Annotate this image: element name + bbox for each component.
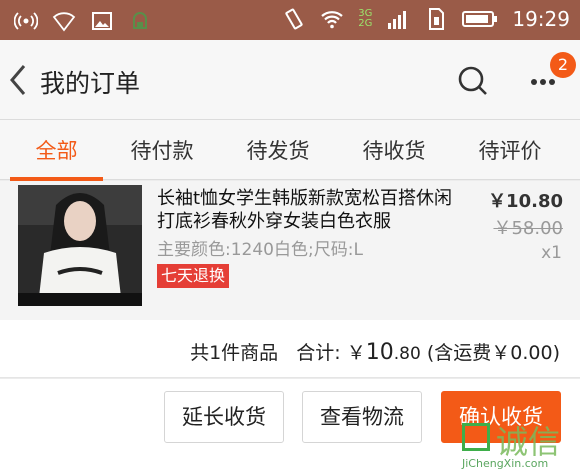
total-label: 合计: bbox=[296, 342, 341, 364]
app-header: 我的订单 2 bbox=[0, 40, 580, 120]
order-tabs: 全部 待付款 待发货 待收货 待评价 bbox=[0, 120, 580, 180]
total-cents: .80 bbox=[393, 344, 421, 364]
total-currency: ￥ bbox=[346, 342, 366, 364]
price-original: ￥58.00 bbox=[493, 218, 563, 239]
tab-pending-review[interactable]: 待评价 bbox=[464, 120, 556, 180]
image-icon bbox=[92, 12, 112, 30]
status-bar: 3G 2G 19:29 bbox=[0, 0, 580, 40]
sim-icon bbox=[429, 8, 445, 30]
network-2g-label: 2G bbox=[358, 18, 373, 29]
product-image[interactable] bbox=[18, 185, 142, 306]
extend-receipt-button[interactable]: 延长收货 bbox=[164, 391, 284, 443]
summary-text: 共1件商品 合计: ￥10.80 (含运费￥0.00) bbox=[190, 338, 560, 365]
product-photo bbox=[18, 185, 142, 306]
order-item[interactable]: 长袖t恤女学生韩版新款宽松百搭休闲打底衫春秋外穿女装白色衣服 主要颜色:1240… bbox=[0, 181, 580, 320]
chevron-left-icon bbox=[10, 65, 26, 95]
view-logistics-button[interactable]: 查看物流 bbox=[302, 391, 422, 443]
return-policy-badge: 七天退换 bbox=[157, 264, 230, 288]
shipping-note: (含运费￥0.00) bbox=[426, 342, 560, 364]
quantity: x1 bbox=[541, 243, 562, 263]
tab-pending-shipment[interactable]: 待发货 bbox=[232, 120, 324, 180]
product-specs: 主要颜色:1240白色;尺码:L bbox=[157, 240, 363, 260]
tab-pending-receipt[interactable]: 待收货 bbox=[348, 120, 440, 180]
watermark-logo-icon bbox=[462, 423, 490, 451]
notification-badge: 2 bbox=[550, 52, 576, 78]
battery-icon bbox=[462, 11, 498, 27]
tab-all[interactable]: 全部 bbox=[10, 120, 103, 180]
watermark-url: JiChengXin.com bbox=[462, 457, 549, 470]
search-icon bbox=[458, 66, 487, 95]
search-button[interactable] bbox=[456, 64, 490, 98]
total-integer: 10 bbox=[365, 340, 394, 365]
network-type-label: 3G 2G bbox=[358, 9, 372, 29]
tab-pending-payment[interactable]: 待付款 bbox=[116, 120, 208, 180]
wifi-icon bbox=[321, 11, 343, 29]
vibrate-icon bbox=[285, 8, 303, 30]
status-time: 19:29 bbox=[512, 7, 570, 31]
wifi-question-icon bbox=[52, 12, 76, 32]
watermark: 诚信 JiChengXin.com bbox=[456, 417, 580, 473]
item-count: 共1件商品 bbox=[190, 342, 279, 364]
product-title[interactable]: 长袖t恤女学生韩版新款宽松百搭休闲打底衫春秋外穿女装白色衣服 bbox=[157, 187, 467, 233]
back-button[interactable] bbox=[4, 60, 34, 100]
status-right-icons: 3G 2G 19:29 bbox=[282, 7, 570, 31]
broadcast-icon bbox=[14, 12, 38, 30]
android-icon bbox=[133, 12, 147, 29]
status-left-icons bbox=[14, 9, 152, 33]
signal-icon bbox=[388, 11, 407, 29]
price-current: ￥10.80 bbox=[488, 191, 563, 212]
page-title: 我的订单 bbox=[40, 69, 141, 98]
order-summary: 共1件商品 合计: ￥10.80 (含运费￥0.00) bbox=[0, 320, 580, 378]
